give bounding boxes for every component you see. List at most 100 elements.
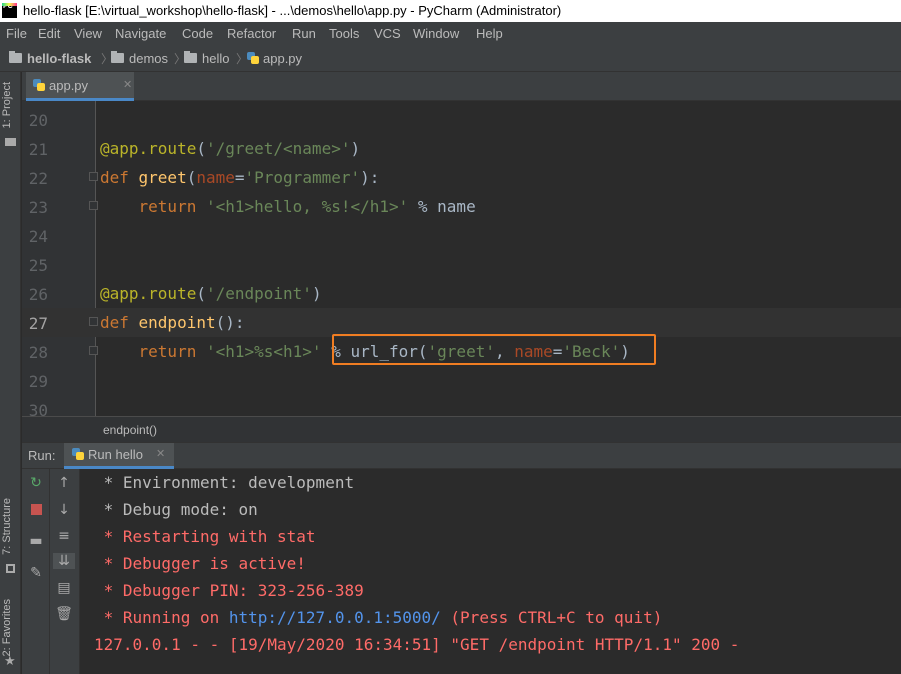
tab-label: app.py — [49, 78, 89, 93]
code-line[interactable]: 30 — [22, 395, 901, 416]
code-token: @app.route — [100, 284, 197, 303]
code-line[interactable]: 26 @app.route('/endpoint') — [22, 279, 901, 308]
arrow-down-icon[interactable]: ↓ — [50, 502, 78, 518]
menu-view[interactable]: View — [74, 26, 102, 41]
rerun-icon[interactable]: ↻ — [22, 475, 50, 491]
python-file-icon — [247, 52, 259, 64]
soft-wrap-icon[interactable]: ≡ — [50, 528, 78, 544]
server-url-link[interactable]: http://127.0.0.1:5000/ — [229, 608, 441, 627]
menu-vcs[interactable]: VCS — [374, 26, 401, 41]
code-token: '<h1>%s<h1>' — [205, 342, 322, 361]
code-line[interactable]: 22 def greet(name='Programmer'): — [22, 163, 901, 192]
code-line[interactable]: 27 def endpoint(): — [22, 308, 901, 337]
fold-marker-icon[interactable] — [89, 172, 98, 181]
code-token: = — [234, 168, 245, 187]
console-line: * Running on http://127.0.0.1:5000/ (Pre… — [94, 608, 663, 627]
editor-breadcrumb-bar: endpoint() — [22, 416, 901, 443]
close-icon[interactable]: ✕ — [156, 447, 165, 460]
code-line[interactable]: 23 return '<h1>hello, %s!</h1>' % name — [22, 192, 901, 221]
breadcrumb-label: demos — [129, 51, 169, 66]
code-line[interactable]: 25 — [22, 250, 901, 279]
console-line: 127.0.0.1 - - [19/May/2020 16:34:51] "GE… — [94, 635, 740, 654]
fold-marker-icon[interactable] — [89, 201, 98, 210]
code-line[interactable]: 21 @app.route('/greet/<name>') — [22, 134, 901, 163]
code-line[interactable]: 20 — [22, 105, 901, 134]
line-number: 26 — [28, 285, 48, 304]
tab-run-hello[interactable]: Run hello ✕ — [64, 443, 174, 469]
line-number: 30 — [28, 401, 48, 416]
pin-icon[interactable]: ✎ — [22, 565, 50, 581]
breadcrumb-demos[interactable]: demos — [111, 51, 168, 66]
favorites-tool-tab[interactable]: 2: Favorites — [1, 599, 13, 656]
line-number: 22 — [28, 169, 48, 188]
code-token: ( — [196, 139, 206, 158]
code-editor[interactable]: 20 21 @app.route('/greet/<name>') 22 def gre… — [22, 101, 901, 416]
stop-button[interactable] — [22, 503, 50, 519]
menu-tools[interactable]: Tools — [329, 26, 359, 41]
code-line[interactable]: 29 — [22, 366, 901, 395]
layout-icon[interactable]: ▬ — [22, 533, 50, 549]
title-bar: PC hello-flask [E:\virtual_workshop\hell… — [0, 0, 901, 22]
run-toolbar-primary: ↻ ▬ ✎ — [22, 469, 50, 674]
fold-marker-icon[interactable] — [89, 317, 98, 326]
code-line[interactable]: 28 return '<h1>%s<h1>' % url_for('greet'… — [22, 334, 901, 366]
menu-window[interactable]: Window — [413, 26, 459, 41]
menu-help[interactable]: Help — [476, 26, 503, 41]
breadcrumb-label: hello-flask — [27, 51, 92, 66]
python-run-icon — [72, 448, 84, 460]
run-panel-header: Run: Run hello ✕ — [22, 443, 901, 469]
breadcrumb-project[interactable]: hello-flask — [9, 51, 91, 66]
menu-refactor[interactable]: Refactor — [227, 26, 276, 41]
menu-code[interactable]: Code — [182, 26, 213, 41]
console-text: * Running on — [94, 608, 229, 627]
project-tool-tab[interactable]: 1: Project — [1, 82, 13, 128]
tab-app-py[interactable]: app.py ✕ — [26, 72, 134, 101]
code-token: name — [196, 168, 235, 187]
arrow-up-icon[interactable]: ↑ — [50, 475, 78, 491]
folder-icon — [9, 51, 22, 63]
code-line[interactable]: 24 — [22, 221, 901, 250]
menu-file[interactable]: File — [6, 26, 27, 41]
project-folder-icon[interactable] — [5, 138, 16, 146]
line-number: 25 — [28, 256, 48, 275]
code-token: def — [100, 168, 139, 187]
fold-marker-icon[interactable] — [89, 346, 98, 355]
structure-icon[interactable] — [6, 564, 15, 573]
editor-tab-bar: app.py ✕ — [22, 72, 901, 101]
menu-navigate[interactable]: Navigate — [115, 26, 166, 41]
line-number: 24 — [28, 227, 48, 246]
line-number: 28 — [28, 343, 48, 362]
run-console-output[interactable]: * Environment: development * Debug mode:… — [80, 469, 901, 674]
code-token: ) — [311, 284, 322, 303]
folder-icon — [111, 51, 124, 63]
python-file-icon — [33, 79, 45, 91]
current-function-crumb[interactable]: endpoint() — [103, 423, 157, 437]
print-icon[interactable]: ▤ — [50, 580, 78, 596]
pycharm-window: PC hello-flask [E:\virtual_workshop\hell… — [0, 0, 901, 674]
close-icon[interactable]: ✕ — [123, 78, 132, 91]
code-text: @app.route('/greet/<name>') — [100, 139, 360, 158]
structure-tool-tab[interactable]: 7: Structure — [1, 498, 13, 555]
trash-icon[interactable]: 🗑 — [50, 606, 78, 622]
line-number: 29 — [28, 372, 48, 391]
code-token: ) — [350, 139, 361, 158]
code-token: '/endpoint' — [205, 284, 312, 303]
navigation-bar: hello-flask 〉 demos 〉 hello 〉 app.py — [0, 46, 901, 72]
code-token: '/greet/<name>' — [205, 139, 351, 158]
console-line: * Debugger PIN: 323-256-389 — [94, 581, 364, 600]
breadcrumb-label: app.py — [263, 51, 303, 66]
line-number: 27 — [28, 314, 48, 333]
menu-run[interactable]: Run — [292, 26, 316, 41]
run-tab-label: Run hello — [88, 447, 143, 462]
breadcrumb-file[interactable]: app.py — [247, 51, 302, 66]
menu-bar: File Edit View Navigate Code Refactor Ru… — [0, 22, 901, 46]
breadcrumb-hello[interactable]: hello — [184, 51, 229, 66]
code-token: % name — [408, 197, 476, 216]
line-number: 21 — [28, 140, 48, 159]
code-token: endpoint — [138, 313, 216, 332]
star-icon[interactable]: ★ — [4, 654, 16, 669]
menu-edit[interactable]: Edit — [38, 26, 60, 41]
scroll-to-end-icon[interactable]: ⇊ — [53, 553, 75, 569]
